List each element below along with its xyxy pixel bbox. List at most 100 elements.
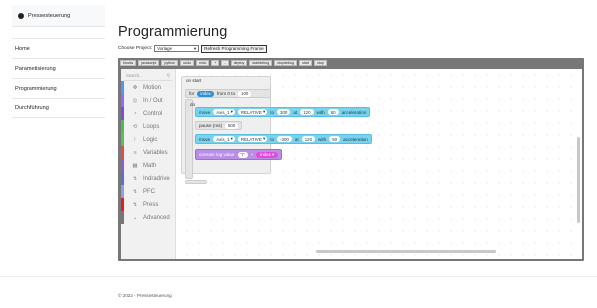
toolbox-category-logic[interactable]: ᚭ Logic [121, 133, 175, 146]
axis-dropdown[interactable]: Axis_1 ▾ [213, 136, 235, 142]
sidebar-item-label: Home [15, 45, 30, 52]
loop-icon: ⟲ [132, 123, 138, 130]
sidebar-item-parametisierung[interactable]: Parametisierung [12, 58, 105, 78]
sidebar-item-label: Programmierung [15, 85, 57, 92]
plus-operator: + [250, 152, 254, 157]
toolbox-search-placeholder: Search... [126, 73, 143, 78]
toolbox: Search... ⚲ ✥ Motion ◎ In / Out ◔ Control ⟲ Loo… [121, 69, 176, 259]
toolbox-category-indradrive[interactable]: ↯ Indradrive [121, 172, 175, 185]
category-label: Control [143, 110, 163, 117]
category-label: PFC [143, 188, 155, 195]
at-label: at [293, 109, 298, 115]
pause-block[interactable]: pause (ms) 500 [195, 121, 243, 130]
toolbar-button[interactable]: python [161, 60, 179, 66]
at-label: at [294, 136, 299, 142]
math-icon: ▦ [132, 162, 138, 169]
category-color-marker [121, 94, 124, 107]
toolbar-button[interactable]: - [221, 60, 229, 66]
chevron-down-icon: ⌄ [132, 214, 138, 221]
app-frame: Pressesteuerung Home Parametisierung Pro… [0, 0, 597, 308]
acceleration-value[interactable]: 50 [327, 109, 339, 115]
category-color-marker [121, 172, 124, 185]
project-select-value: Vorlage [157, 46, 173, 51]
mode-value: RELATIVE [240, 136, 262, 142]
project-select[interactable]: Vorlage ▾ [154, 45, 200, 52]
with-label: with [318, 136, 327, 142]
toolbox-category-pfc[interactable]: ↯ PFC [121, 185, 175, 198]
acceleration-label: acceleration [343, 136, 368, 142]
to-label: to [270, 109, 275, 115]
on-start-label: on start [186, 78, 202, 83]
toolbox-category-motion[interactable]: ✥ Motion [121, 81, 175, 94]
sidebar-item-programmierung[interactable]: Programmierung [12, 78, 105, 98]
refresh-frame-label: Refresh Programming Frame [204, 46, 264, 51]
refresh-frame-button[interactable]: Refresh Programming Frame [201, 44, 267, 53]
toolbar-button[interactable]: startdebug [249, 60, 273, 66]
category-color-marker [121, 185, 124, 198]
toolbox-category-loops[interactable]: ⟲ Loops [121, 120, 175, 133]
toolbar-button[interactable]: stop [314, 60, 327, 66]
console-log-block[interactable]: console log value "i" + index ▾ [195, 149, 283, 160]
acceleration-value[interactable]: 50 [329, 136, 341, 142]
move-block-1[interactable]: move Axis_1 ▾ RELATIVE ▾ to 300 at 120 w… [195, 107, 371, 117]
speed-value[interactable]: 120 [301, 136, 316, 142]
sidebar: Pressesteuerung Home Parametisierung Pro… [12, 5, 105, 125]
speed-value[interactable]: 120 [300, 109, 314, 115]
toolbar-button[interactable]: deploy [230, 60, 248, 66]
toolbar-button[interactable]: stopdebug [274, 60, 298, 66]
search-icon: ⚲ [166, 72, 170, 79]
toolbox-category-advanced[interactable]: ⌄ Advanced [121, 211, 175, 224]
for-block[interactable]: for index from 0 to 100 [185, 89, 271, 98]
for-from-label: from 0 to [216, 91, 236, 96]
with-label: with [316, 109, 325, 115]
category-color-marker [121, 120, 124, 133]
toolbar-button[interactable]: redo [196, 60, 210, 66]
sidebar-item-home[interactable]: Home [12, 38, 105, 58]
category-color-marker [121, 146, 124, 159]
gear-icon [18, 12, 24, 19]
blocks-workspace[interactable]: Search... ⚲ ✥ Motion ◎ In / Out ◔ Control ⟲ Loo… [121, 69, 582, 259]
toolbar-button[interactable]: start [299, 60, 313, 66]
choose-project-label: Choose Project: [118, 46, 153, 51]
toolbox-category-control[interactable]: ◔ Control [121, 107, 175, 120]
footer-divider [0, 276, 597, 277]
toolbox-category-in-out[interactable]: ◎ In / Out [121, 94, 175, 107]
io-icon: ◎ [132, 97, 138, 104]
toolbox-search-input[interactable]: Search... ⚲ [124, 71, 172, 81]
sidebar-item-durchfuehrung[interactable]: Durchführung [12, 98, 105, 118]
string-value[interactable]: "i" [237, 151, 248, 158]
category-label: Math [143, 162, 157, 169]
category-color-marker [121, 159, 124, 172]
pause-value[interactable]: 500 [224, 122, 239, 129]
category-label: Advanced [143, 214, 170, 221]
toolbox-category-math[interactable]: ▦ Math [121, 159, 175, 172]
pause-keyword: pause (ms) [199, 123, 222, 128]
category-color-marker [121, 133, 124, 146]
mode-dropdown[interactable]: RELATIVE ▾ [237, 136, 268, 142]
project-row: Choose Project: Vorlage ▾ Refresh Progra… [118, 44, 267, 53]
toolbar-button[interactable]: blocks [120, 60, 137, 66]
for-to-value[interactable]: 100 [238, 90, 252, 97]
toolbox-category-press[interactable]: ↯ Press [121, 198, 175, 211]
position-value[interactable]: 300 [277, 109, 291, 115]
brand[interactable]: Pressesteuerung [12, 5, 105, 27]
toolbar-button[interactable]: undo [180, 60, 195, 66]
move-block-2[interactable]: move Axis_1 ▾ RELATIVE ▾ to -300 at 120 … [195, 134, 372, 144]
pfc-icon: ↯ [132, 188, 138, 195]
horizontal-scrollbar[interactable] [316, 250, 496, 253]
control-icon: ◔ [133, 110, 137, 117]
axis-value: Axis_1 [216, 109, 230, 115]
mode-dropdown[interactable]: RELATIVE ▾ [237, 109, 268, 115]
category-label: In / Out [143, 97, 163, 104]
position-value[interactable]: -300 [277, 136, 292, 142]
footer: © 2022 - Pressesteuerung [118, 293, 172, 298]
for-variable[interactable]: index [197, 90, 214, 97]
toolbox-category-variables[interactable]: ≡ Variables [121, 146, 175, 159]
toolbar-button[interactable]: + [211, 60, 220, 66]
toolbar-button[interactable]: javascript [138, 60, 160, 66]
index-variable-label: index [260, 152, 271, 157]
axis-dropdown[interactable]: Axis_1 ▾ [213, 109, 235, 115]
index-variable[interactable]: index ▾ [256, 151, 279, 158]
category-color-marker [121, 211, 124, 224]
vertical-scrollbar[interactable] [577, 137, 580, 223]
